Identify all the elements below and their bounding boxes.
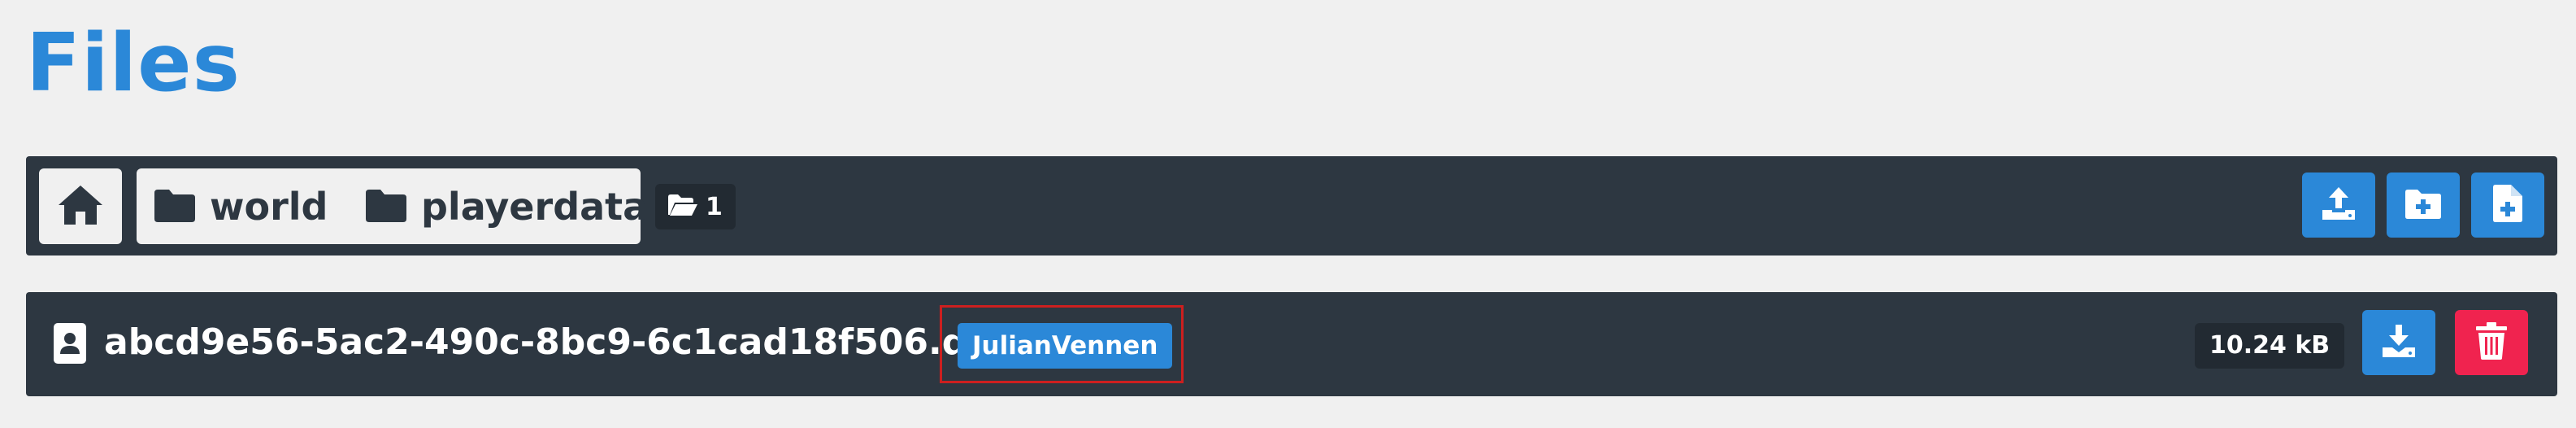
breadcrumb-label: playerdata	[421, 184, 649, 229]
delete-button[interactable]	[2455, 310, 2528, 375]
new-file-button[interactable]	[2471, 173, 2544, 238]
folder-open-icon	[668, 194, 697, 220]
player-file-icon	[54, 323, 86, 367]
folder-plus-icon	[2405, 188, 2441, 222]
download-icon	[2381, 323, 2417, 362]
download-button[interactable]	[2362, 310, 2435, 375]
trash-icon	[2476, 322, 2507, 363]
upload-button[interactable]	[2302, 173, 2375, 238]
file-size-badge: 10.24 kB	[2195, 323, 2345, 369]
new-folder-button[interactable]	[2387, 173, 2460, 238]
file-name-link[interactable]: abcd9e56-5ac2-490c-8bc9-6c1cad18f506.dat	[104, 317, 1009, 369]
owner-tag: JulianVennen	[958, 323, 1173, 369]
page-title: Files	[26, 17, 241, 110]
file-row: abcd9e56-5ac2-490c-8bc9-6c1cad18f506.dat…	[26, 292, 2557, 396]
folder-icon	[154, 188, 195, 225]
breadcrumb-item-world[interactable]: world	[137, 168, 359, 244]
file-plus-icon	[2493, 185, 2522, 225]
breadcrumb-item-playerdata[interactable]: playerdata	[348, 168, 648, 244]
folder-count-badge: 1	[655, 184, 736, 229]
breadcrumb-toolbar: world playerdata 1	[26, 156, 2557, 255]
home-icon	[57, 184, 104, 229]
folder-count: 1	[706, 192, 723, 221]
breadcrumb-label: world	[210, 184, 328, 229]
folder-icon	[366, 188, 406, 225]
breadcrumb-home-button[interactable]	[39, 168, 122, 244]
upload-icon	[2321, 186, 2357, 225]
